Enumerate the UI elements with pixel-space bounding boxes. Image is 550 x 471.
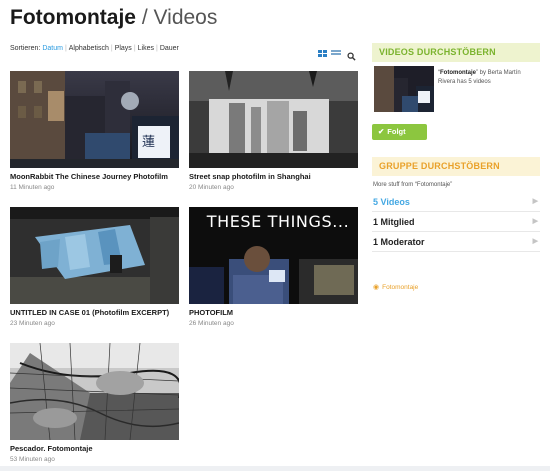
follow-button-label: Folgt (387, 127, 406, 136)
video-thumbnail[interactable] (189, 71, 358, 168)
thumbnail-overlay-text: THESE THINGS... (206, 212, 350, 231)
browse-group-section: GRUPPE DURCHSTÖBERN More stuff from “Fot… (372, 157, 540, 252)
browse-group-heading: GRUPPE DURCHSTÖBERN (372, 157, 540, 176)
rss-link[interactable]: ◉ Fotomontaje (373, 283, 418, 291)
group-name[interactable]: Fotomontaje (10, 6, 136, 29)
video-timestamp: 26 Minuten ago (189, 320, 234, 327)
video-title[interactable]: UNTITLED IN CASE 01 (Photofilm EXCERPT) (10, 308, 179, 317)
video-thumbnail[interactable]: THESE THINGS... (189, 207, 358, 304)
channel-name[interactable]: Fotomontaje (440, 70, 476, 76)
rss-label: Fotomontaje (382, 284, 419, 291)
group-item-label: 1 Moderator (373, 237, 425, 247)
video-thumbnail[interactable]: 蓮 (10, 71, 179, 168)
more-stuff-group-name: Fotomontaje (416, 182, 451, 188)
video-timestamp: 11 Minuten ago (10, 184, 55, 191)
video-card: THESE THINGS... PHOTOFILM 26 Minuten ago (189, 207, 358, 327)
arrow-right-icon: ▶ (532, 218, 538, 225)
follow-button[interactable]: ✔ Folgt (372, 124, 427, 140)
search-icon[interactable] (347, 48, 356, 66)
rss-icon: ◉ (373, 284, 380, 291)
sort-option-duration[interactable]: Dauer (160, 45, 179, 52)
video-timestamp: 53 Minuten ago (10, 456, 55, 463)
svg-text:蓮: 蓮 (142, 135, 155, 150)
page-title: Fotomontaje / Videos (10, 5, 217, 31)
sort-label: Sortieren: (10, 45, 41, 52)
sidebar: VIDEOS DURCHSTÖBERN “Fotomontaje” by Ber… (372, 43, 540, 122)
video-thumbnail[interactable] (10, 343, 179, 440)
video-title[interactable]: Pescador. Fotomontaje (10, 444, 179, 453)
more-stuff-text: More stuff from “Fotomontaje” (373, 182, 453, 188)
browse-videos-heading: VIDEOS DURCHSTÖBERN (372, 43, 540, 62)
list-view-icon[interactable] (331, 50, 341, 57)
video-card: UNTITLED IN CASE 01 (Photofilm EXCERPT) … (10, 207, 179, 327)
arrow-right-icon: ▶ (532, 198, 538, 205)
video-title[interactable]: MoonRabbit The Chinese Journey Photofilm (10, 172, 179, 181)
group-item-label: 5 Videos (373, 197, 410, 207)
channel-video-count: has 5 videos (457, 79, 491, 85)
video-timestamp: 20 Minuten ago (189, 184, 234, 191)
grid-view-icon[interactable] (318, 50, 328, 57)
video-thumbnail[interactable] (10, 207, 179, 304)
sort-option-date[interactable]: Datum (42, 45, 63, 52)
check-icon: ✔ (378, 127, 385, 136)
sort-bar: Sortieren: Datum | Alphabetisch | Plays | Like… (10, 45, 179, 52)
view-switcher (318, 50, 341, 57)
channel-summary: “Fotomontaje” by Berta Martín Rivera has… (372, 66, 540, 122)
sort-option-alphabetical[interactable]: Alphabetisch (69, 45, 109, 52)
page-subtitle: Videos (153, 6, 218, 29)
more-stuff-prefix: More stuff from (373, 182, 414, 188)
channel-thumbnail[interactable] (374, 66, 434, 112)
group-item-moderators[interactable]: 1 Moderator ▶ (372, 232, 540, 252)
group-item-label: 1 Mitglied (373, 217, 415, 227)
arrow-right-icon: ▶ (532, 238, 538, 245)
video-card: Street snap photofilm in Shanghai 20 Min… (189, 71, 358, 191)
group-item-videos[interactable]: 5 Videos ▶ (372, 192, 540, 212)
group-item-members[interactable]: 1 Mitglied ▶ (372, 212, 540, 232)
sort-option-plays[interactable]: Plays (115, 45, 132, 52)
channel-info: “Fotomontaje” by Berta Martín Rivera has… (438, 70, 521, 85)
video-title[interactable]: Street snap photofilm in Shanghai (189, 172, 358, 181)
video-title[interactable]: PHOTOFILM (189, 308, 358, 317)
title-separator: / (141, 6, 148, 29)
video-card: Pescador. Fotomontaje 53 Minuten ago (10, 343, 179, 463)
sort-option-likes[interactable]: Likes (138, 45, 154, 52)
video-card: 蓮 MoonRabbit The Chinese Journey Photofi… (10, 71, 179, 191)
footer-bar (0, 466, 550, 471)
video-timestamp: 23 Minuten ago (10, 320, 55, 327)
